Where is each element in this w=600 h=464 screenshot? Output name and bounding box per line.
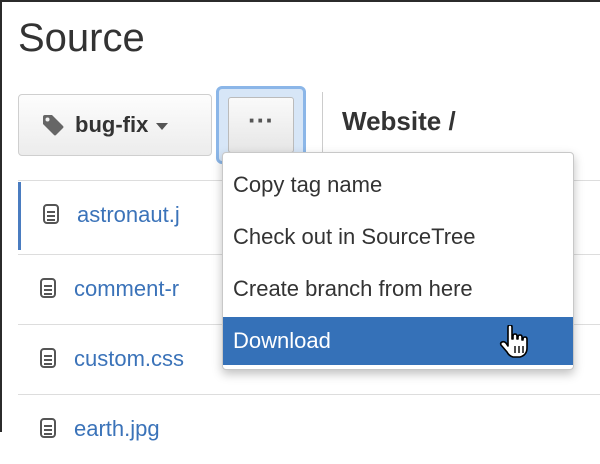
breadcrumb[interactable]: Website / <box>342 106 456 137</box>
more-actions-button[interactable]: ··· <box>228 97 294 153</box>
file-icon <box>43 204 59 224</box>
menu-item-check-out[interactable]: Check out in SourceTree <box>223 213 573 261</box>
file-name-link[interactable]: comment-r <box>74 276 179 302</box>
row-divider <box>18 394 600 395</box>
menu-item-download[interactable]: Download <box>223 317 573 365</box>
branch-selector-button[interactable]: bug-fix <box>18 94 212 156</box>
toolbar-divider <box>322 92 323 156</box>
hand-cursor-icon <box>499 325 528 358</box>
more-actions-menu: Copy tag name Check out in SourceTree Cr… <box>222 152 574 370</box>
table-row[interactable]: earth.jpg <box>18 396 600 464</box>
file-icon <box>40 278 56 298</box>
page-title: Source <box>18 16 145 60</box>
menu-item-create-branch[interactable]: Create branch from here <box>223 265 573 313</box>
menu-item-download-label: Download <box>233 328 331 353</box>
caret-down-icon <box>156 123 169 130</box>
file-name-link[interactable]: astronaut.j <box>77 202 180 228</box>
file-name-link[interactable]: earth.jpg <box>74 416 160 442</box>
file-icon <box>40 348 56 368</box>
branch-label: bug-fix <box>75 112 149 137</box>
file-name-link[interactable]: custom.css <box>74 346 184 372</box>
menu-item-copy-tag-name[interactable]: Copy tag name <box>223 161 573 209</box>
file-icon <box>40 418 56 438</box>
tag-icon <box>43 115 64 136</box>
